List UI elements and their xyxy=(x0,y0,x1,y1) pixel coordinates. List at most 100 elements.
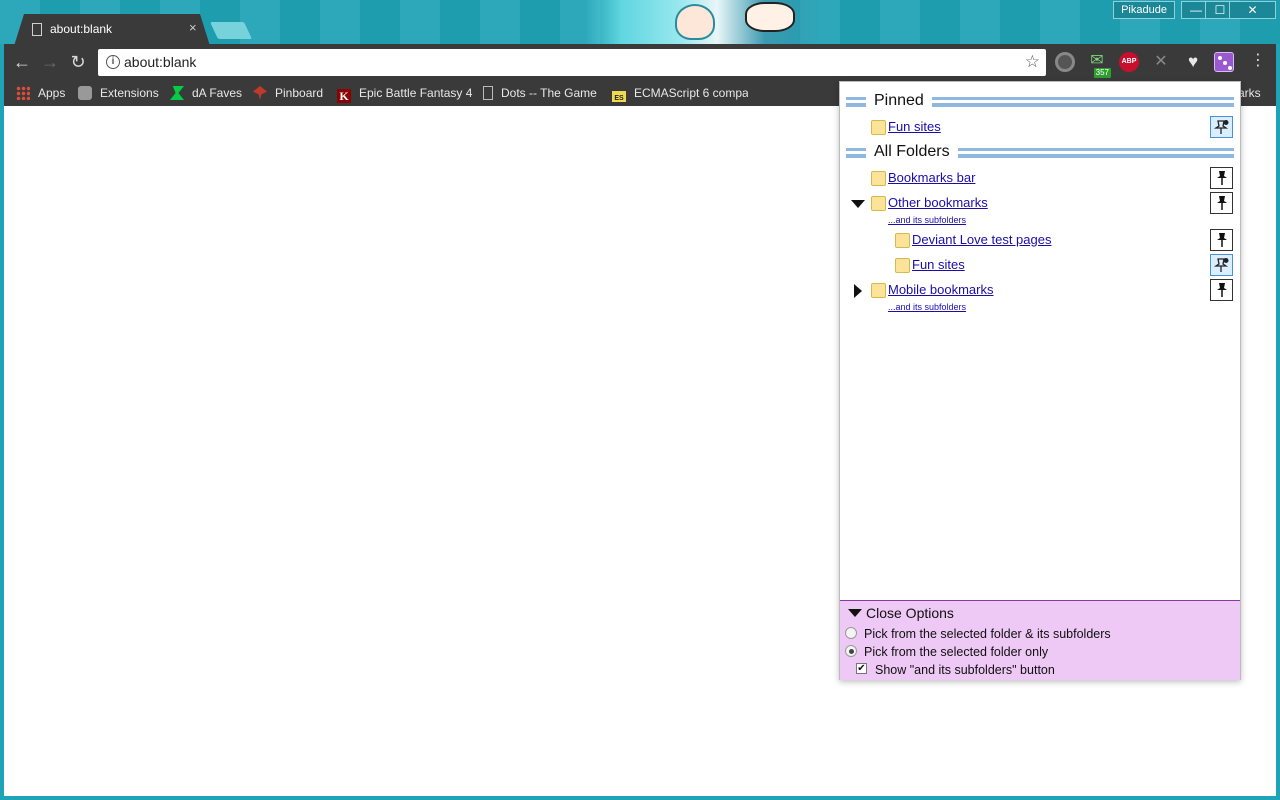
pin-icon xyxy=(1217,283,1227,297)
page-icon xyxy=(483,86,493,100)
bookmark-label: Pinboard xyxy=(275,86,324,100)
bookmark-extensions[interactable]: Extensions xyxy=(78,84,159,102)
bookmark-pinboard[interactable]: Pinboard xyxy=(253,84,323,102)
new-tab-button[interactable] xyxy=(210,22,252,39)
options-title: Close Options xyxy=(866,605,954,621)
heart-icon[interactable]: ♥ xyxy=(1183,52,1203,72)
artwork-face xyxy=(675,4,715,40)
forward-button[interactable]: → xyxy=(38,50,62,74)
close-options-toggle[interactable]: Close Options xyxy=(848,605,954,621)
folder-row-fun-sites: Fun sites xyxy=(840,254,1240,276)
radio-label: Pick from the selected folder & its subf… xyxy=(864,627,1111,641)
folder-link[interactable]: Other bookmarks xyxy=(888,195,988,210)
bookmark-dots-game[interactable]: Dots -- The Game xyxy=(483,84,597,102)
pin-button[interactable] xyxy=(1210,167,1233,189)
dice-dot xyxy=(1218,56,1222,60)
unpin-button[interactable] xyxy=(1210,254,1233,276)
title-bar: about:blank × Pikadude — ☐ ✕ xyxy=(0,0,1280,46)
header-decoration xyxy=(932,97,1234,107)
folder-link[interactable]: Mobile bookmarks xyxy=(888,282,994,297)
bookmark-label: ECMAScript 6 compa xyxy=(634,86,748,100)
bookmark-epic-battle-fantasy[interactable]: K Epic Battle Fantasy 4 xyxy=(337,84,473,103)
collapse-arrow-icon[interactable] xyxy=(851,200,865,208)
dice-dot xyxy=(1223,61,1227,65)
folder-link[interactable]: Deviant Love test pages xyxy=(912,232,1051,247)
document-icon xyxy=(32,23,42,36)
unpin-button[interactable] xyxy=(1210,116,1233,138)
radio-selected-folder-only[interactable] xyxy=(845,645,857,657)
bookmark-label: Extensions xyxy=(100,86,159,100)
mail-icon: ✉ xyxy=(1090,52,1104,69)
bookmark-label: Epic Battle Fantasy 4 xyxy=(359,86,473,100)
show-subfolders-checkbox[interactable]: ✔ xyxy=(856,663,867,674)
folder-row-deviant-love: Deviant Love test pages xyxy=(840,229,1240,251)
profile-button[interactable]: Pikadude xyxy=(1113,1,1175,19)
all-folders-section-header: All Folders xyxy=(846,143,1234,163)
folder-icon xyxy=(871,196,886,211)
folder-icon xyxy=(871,171,886,186)
bookmark-label: Dots -- The Game xyxy=(501,86,597,100)
other-bookmarks-overflow[interactable]: arks xyxy=(1238,84,1261,102)
pinboard-icon xyxy=(253,86,267,100)
url-input[interactable] xyxy=(124,54,1004,70)
back-button[interactable]: ← xyxy=(10,50,34,74)
radio-label: Pick from the selected folder only xyxy=(864,645,1049,659)
artwork-hand xyxy=(745,2,795,32)
header-decoration xyxy=(846,97,866,107)
and-its-subfolders-link[interactable]: ...and its subfolders xyxy=(888,302,966,312)
expand-arrow-icon[interactable] xyxy=(854,284,862,298)
folder-row-bookmarks-bar: Bookmarks bar xyxy=(840,167,1240,189)
folder-icon xyxy=(871,120,886,135)
info-icon[interactable]: i xyxy=(106,55,120,69)
theme-artwork xyxy=(585,0,825,44)
pin-button[interactable] xyxy=(1210,192,1233,214)
bookmark-apps[interactable]: Apps xyxy=(16,84,65,102)
window-border-right xyxy=(1276,44,1280,800)
tab-close-icon[interactable]: × xyxy=(189,20,197,35)
extension-circle-icon[interactable] xyxy=(1055,52,1075,72)
radio-include-subfolders[interactable] xyxy=(845,627,857,639)
apps-grid-icon xyxy=(16,86,30,100)
pin-button[interactable] xyxy=(1210,229,1233,251)
header-decoration xyxy=(958,148,1234,158)
pin-icon xyxy=(1214,120,1229,134)
folder-link[interactable]: Fun sites xyxy=(912,257,965,272)
folder-link[interactable]: Fun sites xyxy=(888,119,941,134)
section-title: Pinned xyxy=(874,92,924,109)
unread-count-badge: 357 xyxy=(1093,68,1111,78)
checkbox-label: Show "and its subfolders" button xyxy=(875,663,1055,677)
pin-icon xyxy=(1217,233,1227,247)
and-its-subfolders-link[interactable]: ...and its subfolders xyxy=(888,215,966,225)
bookmark-ecmascript[interactable]: ES ECMAScript 6 compa xyxy=(612,84,748,102)
random-bookmark-dice-icon[interactable] xyxy=(1214,52,1234,72)
deviantart-icon xyxy=(170,86,184,100)
dice-dot xyxy=(1228,66,1232,70)
es-icon: ES xyxy=(612,91,626,102)
tab-title: about:blank xyxy=(50,22,113,36)
tab-about-blank[interactable]: about:blank × xyxy=(14,14,210,46)
bookmark-star-icon[interactable]: ☆ xyxy=(1025,52,1040,72)
pinned-folder-row: Fun sites xyxy=(840,116,1240,138)
adblock-plus-icon[interactable]: ABP xyxy=(1119,52,1139,72)
folder-row-other-bookmarks: Other bookmarks xyxy=(840,192,1240,214)
bookmark-label: dA Faves xyxy=(192,86,243,100)
pin-icon xyxy=(1217,196,1227,210)
folder-icon xyxy=(895,233,910,248)
bookmark-label: Apps xyxy=(38,86,66,100)
browser-menu-button[interactable]: ⋮ xyxy=(1250,51,1266,73)
toolbar: ← → ↻ i ☆ ✉ 357 ABP ✕ ♥ ⋮ xyxy=(0,44,1280,80)
pin-icon xyxy=(1214,258,1229,272)
mail-checker-icon[interactable]: ✉ 357 xyxy=(1087,52,1111,78)
folder-icon xyxy=(895,258,910,273)
address-bar[interactable]: i ☆ xyxy=(98,49,1046,76)
pinned-section-header: Pinned xyxy=(846,92,1234,112)
close-window-button[interactable]: ✕ xyxy=(1229,1,1276,19)
reload-button[interactable]: ↻ xyxy=(66,50,90,74)
bookmark-da-faves[interactable]: dA Faves xyxy=(170,84,242,102)
k-icon: K xyxy=(337,89,351,103)
random-bookmark-popup: Pinned Fun sites All Folders Bookmarks b… xyxy=(839,81,1241,680)
pin-button[interactable] xyxy=(1210,279,1233,301)
section-title: All Folders xyxy=(874,143,950,160)
folder-link[interactable]: Bookmarks bar xyxy=(888,170,975,185)
crossed-tools-icon[interactable]: ✕ xyxy=(1151,52,1171,72)
